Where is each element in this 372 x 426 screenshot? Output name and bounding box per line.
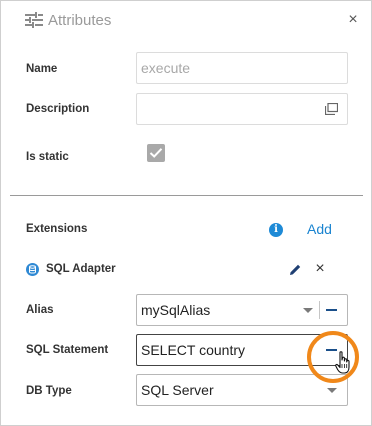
description-field[interactable] xyxy=(136,93,348,125)
alias-select[interactable]: mySqlAlias xyxy=(136,294,348,326)
alias-value: mySqlAlias xyxy=(141,302,211,318)
is-static-label: Is static xyxy=(26,151,69,163)
dropdown-caret-icon[interactable] xyxy=(327,388,337,393)
database-icon xyxy=(26,263,39,276)
close-icon[interactable]: × xyxy=(347,12,359,28)
panel-title: Attributes xyxy=(48,12,112,29)
click-highlight-ring xyxy=(307,331,359,383)
db-type-select[interactable]: SQL Server xyxy=(136,374,348,406)
db-type-value: SQL Server xyxy=(141,382,214,398)
hand-cursor-icon xyxy=(335,351,350,374)
name-field[interactable]: execute xyxy=(136,52,348,84)
extensions-label: Extensions xyxy=(26,223,88,235)
dropdown-caret-icon[interactable] xyxy=(303,308,313,313)
is-static-checkbox[interactable] xyxy=(147,144,165,162)
extension-name: SQL Adapter xyxy=(46,263,116,275)
description-label: Description xyxy=(26,103,90,115)
attributes-panel: Attributes × Name execute Description Is… xyxy=(0,0,372,426)
info-icon[interactable]: i xyxy=(269,223,283,237)
sql-statement-label: SQL Statement xyxy=(26,344,109,356)
add-extension-button[interactable]: Add xyxy=(307,221,332,237)
name-value: execute xyxy=(141,60,191,76)
checkbox-checked-icon xyxy=(149,148,163,158)
remove-minus-icon[interactable] xyxy=(326,309,337,311)
alias-label: Alias xyxy=(26,304,54,316)
edit-pencil-icon[interactable] xyxy=(289,263,302,276)
tune-icon xyxy=(25,12,43,28)
remove-extension-icon[interactable]: × xyxy=(314,261,326,277)
section-divider xyxy=(10,195,363,196)
expand-icon[interactable] xyxy=(325,103,338,115)
name-label: Name xyxy=(26,63,58,75)
sql-statement-value: SELECT country xyxy=(141,342,246,358)
select-separator xyxy=(319,301,320,319)
db-type-label: DB Type xyxy=(26,385,72,397)
